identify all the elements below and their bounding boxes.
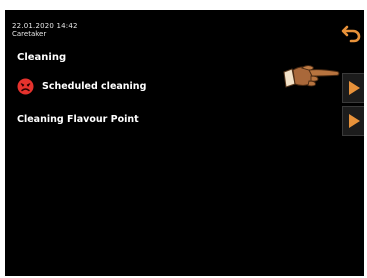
datetime-display: 22.01.2020 14:42 [12,22,78,30]
user-role-label: Caretaker [12,30,47,38]
open-scheduled-cleaning-button[interactable] [342,73,364,103]
control-panel-screen: 22.01.2020 14:42 Caretaker Cleaning Sche… [5,10,364,276]
play-arrow-icon [349,114,360,128]
menu-item-cleaning-flavour-point[interactable]: Cleaning Flavour Point [5,106,364,136]
back-arrow-icon [341,25,361,43]
back-button[interactable] [341,22,363,44]
menu-item-label: Cleaning Flavour Point [17,114,139,125]
play-arrow-icon [349,81,360,95]
sad-face-icon [17,78,34,95]
open-cleaning-flavour-point-button[interactable] [342,106,364,136]
menu-item-label: Scheduled cleaning [42,81,147,92]
pointing-hand-icon [283,65,340,88]
section-title: Cleaning [17,52,67,63]
